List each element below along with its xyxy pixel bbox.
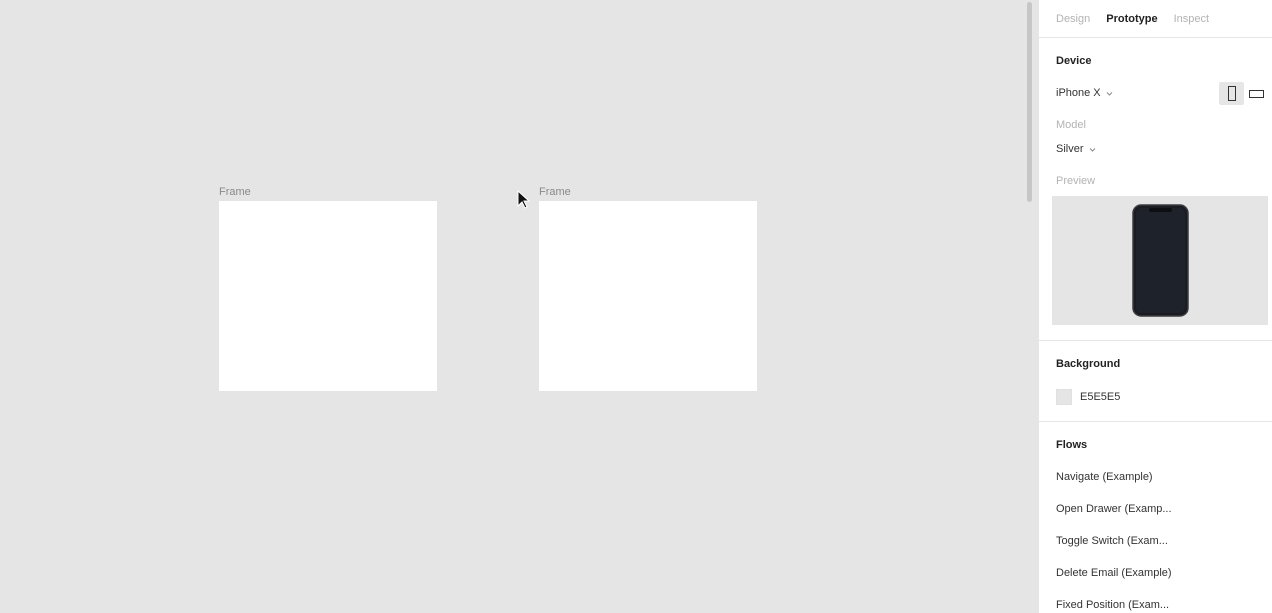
iphone-preview-icon — [1132, 204, 1189, 317]
device-dropdown-value: iPhone X — [1056, 87, 1101, 99]
landscape-icon — [1248, 89, 1264, 98]
tab-design[interactable]: Design — [1056, 13, 1090, 25]
tab-inspect[interactable]: Inspect — [1174, 13, 1209, 25]
model-dropdown[interactable]: Silver — [1056, 143, 1096, 155]
flow-item[interactable]: Open Drawer (Examp... — [1056, 503, 1172, 515]
device-section-title: Device — [1056, 55, 1092, 67]
preview-label: Preview — [1056, 175, 1096, 187]
device-dropdown[interactable]: iPhone X — [1056, 87, 1113, 99]
background-section-title: Background — [1056, 358, 1121, 370]
device-preview — [1052, 196, 1268, 325]
canvas-scrollbar[interactable] — [1027, 2, 1032, 202]
model-dropdown-value: Silver — [1056, 143, 1084, 155]
properties-panel: Design Prototype Inspect Device iPhone X… — [1038, 0, 1272, 613]
frame-label-2[interactable]: Frame — [539, 186, 571, 198]
flows-section-title: Flows — [1056, 439, 1088, 451]
chevron-down-icon — [1106, 91, 1113, 96]
canvas[interactable]: Frame Frame — [0, 0, 1038, 613]
section-divider — [1039, 340, 1272, 341]
chevron-down-icon — [1089, 147, 1095, 152]
landscape-orientation-button[interactable] — [1246, 82, 1266, 105]
section-divider — [1039, 421, 1272, 422]
panel-tabs: Design Prototype Inspect — [1039, 0, 1272, 38]
frame-1[interactable] — [219, 201, 437, 391]
tab-prototype[interactable]: Prototype — [1106, 13, 1157, 25]
mouse-cursor-icon — [517, 190, 531, 209]
figma-app: Frame Frame Design Prototype Inspect Dev… — [0, 0, 1272, 613]
background-color-swatch[interactable] — [1056, 389, 1072, 405]
flow-item[interactable]: Navigate (Example) — [1056, 471, 1153, 483]
frame-label-1[interactable]: Frame — [219, 186, 251, 198]
flow-item[interactable]: Fixed Position (Exam... — [1056, 599, 1169, 611]
background-color-hex[interactable]: E5E5E5 — [1080, 391, 1120, 403]
portrait-orientation-button[interactable] — [1219, 82, 1244, 105]
flow-item[interactable]: Toggle Switch (Exam... — [1056, 535, 1168, 547]
background-color-row[interactable]: E5E5E5 — [1056, 389, 1120, 405]
model-label: Model — [1056, 119, 1086, 131]
flow-item[interactable]: Delete Email (Example) — [1056, 567, 1172, 579]
portrait-icon — [1227, 86, 1236, 101]
frame-2[interactable] — [539, 201, 757, 391]
